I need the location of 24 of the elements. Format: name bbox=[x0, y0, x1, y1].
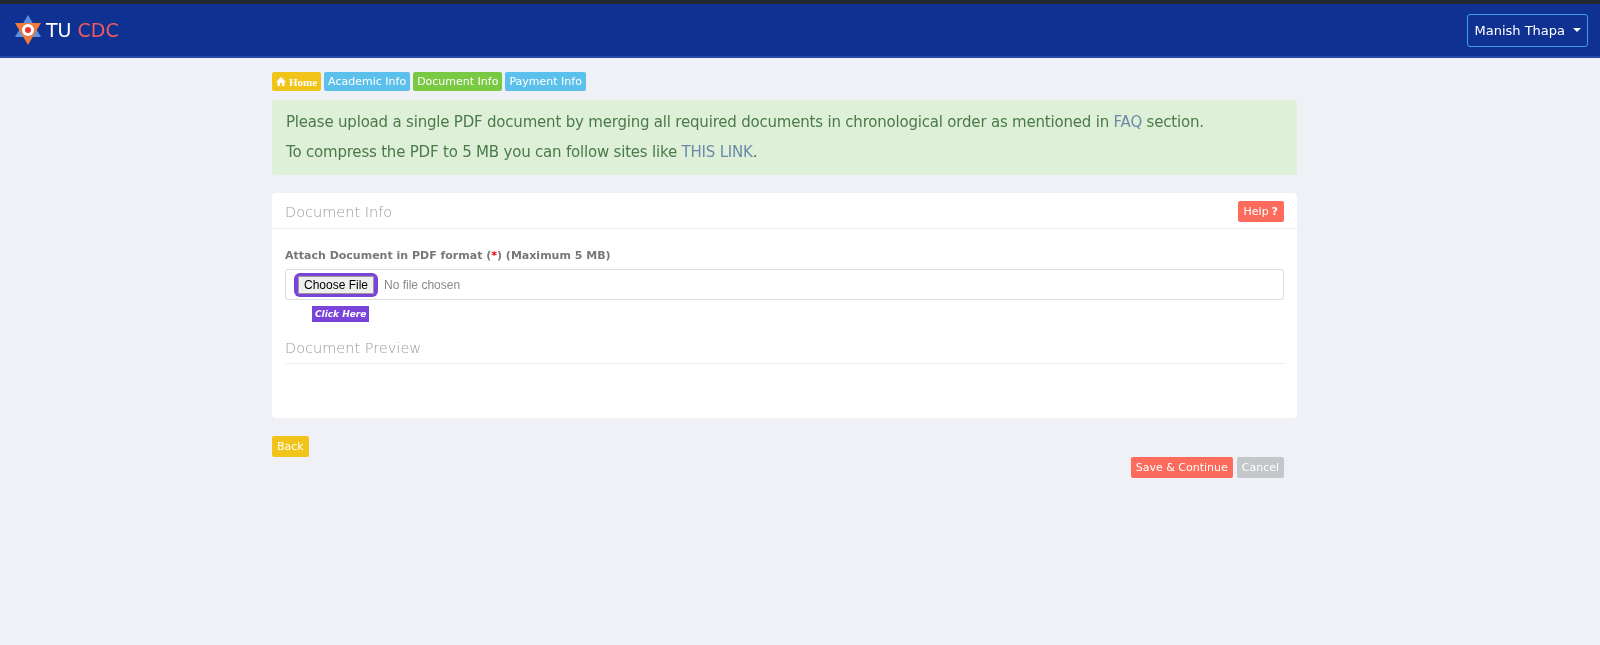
user-menu-button[interactable]: Manish Thapa bbox=[1467, 13, 1588, 47]
file-status-text: No file chosen bbox=[384, 277, 461, 292]
star-logo-icon bbox=[14, 14, 42, 46]
help-button[interactable]: Help ? bbox=[1237, 201, 1284, 222]
caret-icon bbox=[1573, 28, 1581, 32]
breadcrumb-link[interactable]: Home bbox=[272, 72, 322, 91]
back-button[interactable]: Back bbox=[272, 436, 309, 457]
click-here-tag: Click Here bbox=[312, 306, 370, 322]
choose-file-button[interactable]: Choose File bbox=[298, 275, 375, 294]
alert-text: To compress the PDF to 5 MB you can follow sites like THIS LINK. bbox=[286, 143, 759, 161]
file-input-field[interactable]: Choose File No file chosen bbox=[285, 269, 1284, 300]
home-icon bbox=[276, 77, 286, 86]
breadcrumb-link[interactable]: Payment Info bbox=[505, 72, 586, 91]
field-label: Attach Document in PDF format (*) (Maximum 5 MB) bbox=[285, 249, 612, 262]
panel-title: Document Info bbox=[285, 203, 393, 220]
cancel-button[interactable]: Cancel bbox=[1236, 457, 1284, 478]
preview-title: Document Preview bbox=[285, 340, 422, 356]
brand-title[interactable]: TU CDC bbox=[46, 19, 119, 41]
alert-link[interactable]: FAQ bbox=[1113, 113, 1142, 131]
breadcrumb-link[interactable]: Document Info bbox=[413, 72, 503, 91]
alert-link[interactable]: THIS LINK bbox=[681, 143, 753, 161]
breadcrumb-link[interactable]: Academic Info bbox=[324, 72, 411, 91]
save-continue-button[interactable]: Save & Continue bbox=[1130, 457, 1233, 478]
alert-text: Please upload a single PDF document by merging all required documents in chronological order as mentioned in FAQ section. bbox=[286, 113, 1205, 131]
